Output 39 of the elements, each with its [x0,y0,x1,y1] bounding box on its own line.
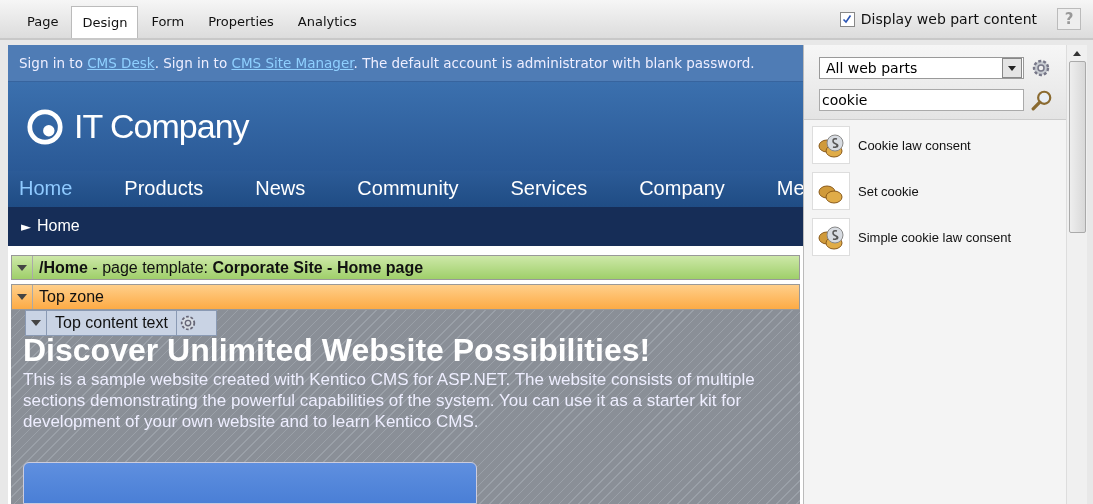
tab[interactable]: Properties [197,6,285,38]
logo-icon [26,107,64,146]
nav-item[interactable]: Services [510,177,588,201]
tab[interactable]: Page [16,6,70,38]
cookie-icon [812,172,850,210]
search-field[interactable]: cookie [819,89,1024,111]
tab[interactable]: Design [71,6,139,38]
caret-icon [1008,65,1016,71]
scroll-up-icon[interactable] [1073,51,1081,56]
nav-item[interactable]: Company [639,177,725,201]
scrollbar[interactable] [1066,45,1087,504]
check-icon [842,14,853,24]
cookie-icon [812,126,850,164]
nav-item[interactable]: Products [124,177,204,201]
settings-icon[interactable] [178,314,197,332]
web-part-item[interactable]: Set cookie [812,172,1058,210]
template-title: /Home - page template: Corporate Site - Home page [39,258,424,277]
web-part-item[interactable]: Simple cookie law consent [812,218,1058,256]
web-part-item[interactable]: Cookie law consent [812,126,1058,164]
search-icon[interactable] [1031,89,1053,111]
site-logo: IT Company [74,107,249,147]
nav-item[interactable]: Community [357,177,459,201]
hero-title: Discover Unlimited Website Possibilities! [23,332,652,369]
nav-item[interactable]: News [255,177,306,201]
checkbox[interactable] [839,11,855,27]
category-dropdown[interactable]: All web parts [819,57,1024,79]
nav-item[interactable]: Me [776,177,803,201]
breadcrumb-marker: ► [21,218,31,234]
settings-icon[interactable] [1031,58,1051,78]
hero-text: This is a sample website created with Kentico CMS for ASP.NET. The website consists of multiple sections demonstrating the powerful capabilities of the system. You can use it as a starter kit for development of your own website and to learn Kentico CMS. [23,369,756,432]
breadcrumb-link[interactable]: Home [37,217,80,236]
checkbox-label[interactable]: Display web part content [860,11,1037,27]
tab[interactable]: Form [140,6,196,38]
web-part-title: Top content text [47,311,177,335]
cookie-icon [812,218,850,256]
sign-in-text: Sign in to CMS Desk. Sign in to CMS Site Manager. The default account is administrator with blank password. [19,55,755,72]
tab[interactable]: Analytics [286,6,368,38]
zone-title: Top zone [39,288,104,307]
nav-item[interactable]: Home [19,177,73,201]
